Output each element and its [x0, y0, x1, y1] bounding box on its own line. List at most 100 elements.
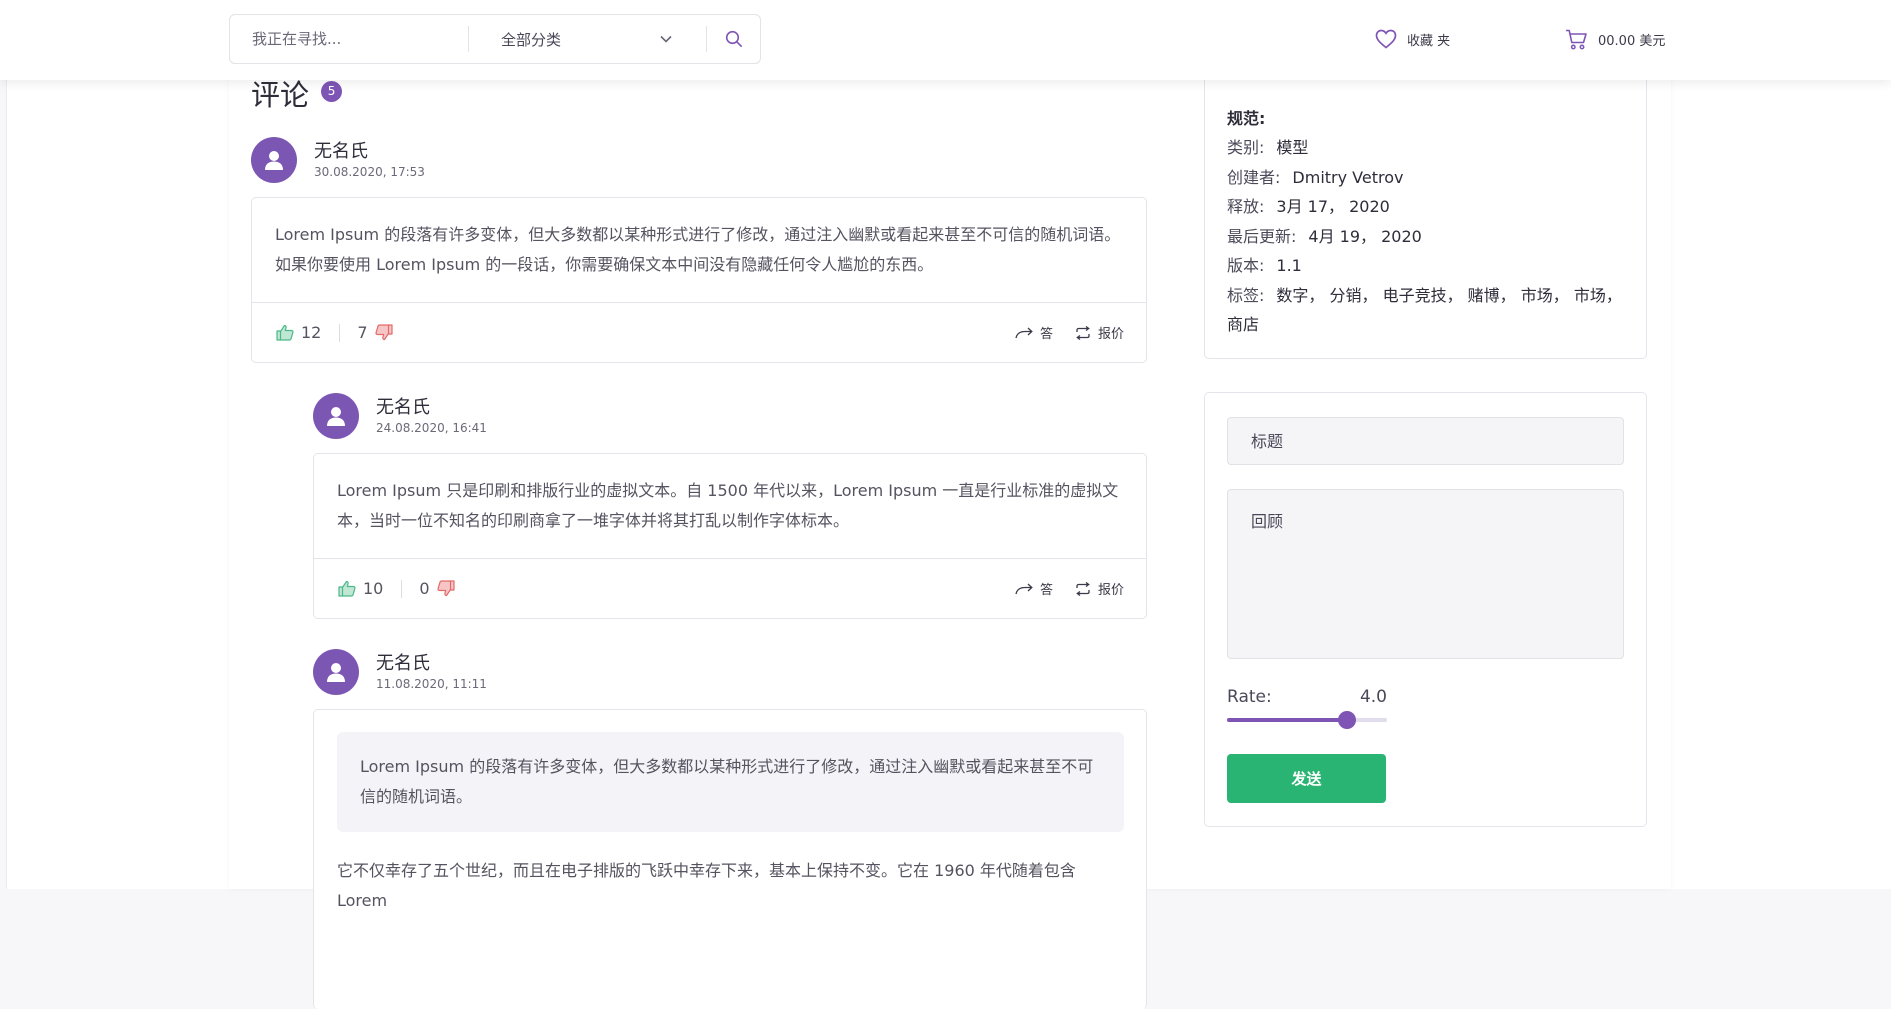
like-count: 10: [363, 579, 384, 598]
spec-value: 4月 19， 2020: [1308, 226, 1422, 246]
dislike-button[interactable]: 0: [419, 579, 455, 598]
slider-fill: [1227, 718, 1347, 722]
rate-row: Rate: 4.0: [1227, 687, 1387, 707]
chevron-down-icon: [660, 35, 672, 43]
rate-label: Rate:: [1227, 687, 1272, 707]
specs-card: 规范: 类别: 模型 创建者: Dmitry Vetrov 释放: 3月 17， 20…: [1204, 60, 1647, 359]
quote-button[interactable]: 报价: [1075, 323, 1124, 342]
review-actions: 10 0 答 报价: [314, 559, 1146, 618]
search-box: 全部分类: [229, 14, 761, 64]
review-date: 30.08.2020, 17:53: [314, 165, 425, 179]
reply-arrow-icon: [1015, 583, 1033, 594]
spec-label: 释放:: [1227, 197, 1265, 216]
dislike-count: 7: [357, 323, 368, 342]
review-date: 24.08.2020, 16:41: [376, 421, 487, 435]
spec-row: 最后更新: 4月 19， 2020: [1227, 222, 1624, 252]
specs-title: 规范:: [1227, 109, 1266, 128]
spec-tags: 标签: 数字， 分销， 电子竞技， 赌博， 市场， 市场，: [1227, 281, 1624, 311]
review-actions: 12 7 答 报价: [252, 303, 1146, 362]
user-icon: [265, 151, 283, 170]
review-author: 无名氏 11.08.2020, 11:11: [313, 649, 1147, 695]
heart-icon: [1375, 29, 1397, 49]
cart-icon: [1566, 29, 1587, 49]
search-icon: [725, 30, 742, 47]
review-title-input[interactable]: [1227, 417, 1624, 465]
wishlist-label: 收藏 夹: [1407, 33, 1451, 49]
spec-row: 创建者: Dmitry Vetrov: [1227, 163, 1624, 193]
rate-slider[interactable]: [1227, 711, 1387, 729]
spec-row: 版本: 1.1: [1227, 251, 1624, 281]
spec-label: 标签:: [1227, 285, 1265, 305]
like-count: 12: [301, 323, 322, 342]
reply-label: 答: [1039, 327, 1053, 342]
thumbs-up-icon: [276, 324, 294, 341]
spec-tags-continued: 商店: [1227, 310, 1624, 340]
thumbs-down-icon: [374, 324, 393, 341]
thumbs-up-icon: [338, 580, 356, 597]
tags-list-continued: 商店: [1227, 315, 1260, 334]
spec-label: 最后更新:: [1227, 226, 1297, 246]
reviews-count-badge: 5: [321, 80, 343, 102]
spec-row: 释放: 3月 17， 2020: [1227, 192, 1624, 222]
review-item: 无名氏 11.08.2020, 11:11 Lorem Ipsum 的段落有许多…: [313, 649, 1147, 1009]
like-button[interactable]: 12: [276, 323, 321, 342]
quote-label: 报价: [1097, 583, 1124, 598]
search-input[interactable]: [230, 15, 469, 63]
user-icon: [327, 663, 345, 682]
review-tools: 答 报价: [1015, 579, 1124, 598]
review-tools: 答 报价: [1015, 323, 1124, 342]
cart-total: 00.00 美元: [1598, 33, 1666, 49]
divider: [401, 579, 403, 598]
dislike-button[interactable]: 7: [357, 323, 393, 342]
spec-label: 类别:: [1227, 138, 1265, 157]
review-item: 无名氏 24.08.2020, 16:41 Lorem Ipsum 只是印刷和排…: [313, 393, 1147, 619]
avatar: [251, 137, 297, 183]
review-box: Lorem Ipsum 只是印刷和排版行业的虚拟文本。自 1500 年代以来，L…: [313, 453, 1147, 619]
send-button[interactable]: 发送: [1227, 754, 1386, 803]
category-select[interactable]: 全部分类: [469, 15, 706, 63]
reply-label: 答: [1039, 583, 1053, 598]
cart-link[interactable]: 00.00 美元: [1565, 26, 1665, 52]
reply-button[interactable]: 答: [1015, 323, 1053, 342]
spec-value: 1.1: [1276, 256, 1302, 275]
review-text: 它不仅幸存了五个世纪，而且在电子排版的飞跃中幸存下来，基本上保持不变。它在 19…: [337, 861, 1076, 910]
review-box: Lorem Ipsum 的段落有许多变体，但大多数都以某种形式进行了修改，通过注…: [313, 709, 1147, 1009]
reply-button[interactable]: 答: [1015, 579, 1053, 598]
quoted-text: Lorem Ipsum 的段落有许多变体，但大多数都以某种形式进行了修改，通过注…: [337, 732, 1124, 832]
spec-label: 创建者:: [1227, 167, 1281, 187]
top-header: 全部分类 收藏 夹 00.00 美元: [0, 0, 1891, 80]
spec-value: Dmitry Vetrov: [1292, 167, 1404, 187]
reply-arrow-icon: [1015, 327, 1033, 338]
tags-list: 数字， 分销， 电子竞技， 赌博， 市场， 市场，: [1276, 285, 1622, 305]
dislike-count: 0: [419, 579, 430, 598]
review-item: 无名氏 30.08.2020, 17:53 Lorem Ipsum 的段落有许多…: [251, 137, 1147, 363]
avatar: [313, 393, 359, 439]
spec-row: 类别: 模型: [1227, 133, 1624, 163]
spec-label: 版本:: [1227, 256, 1265, 275]
repeat-icon: [1076, 325, 1090, 340]
review-author: 无名氏 30.08.2020, 17:53: [251, 137, 1147, 183]
author-name: 无名氏: [314, 141, 368, 162]
rate-value: 4.0: [1359, 687, 1387, 707]
divider: [339, 323, 341, 342]
user-icon: [327, 407, 345, 426]
review-text: Lorem Ipsum 的段落有许多变体，但大多数都以某种形式进行了修改，通过注…: [252, 198, 1146, 303]
review-box: Lorem Ipsum 的段落有许多变体，但大多数都以某种形式进行了修改，通过注…: [251, 197, 1147, 363]
spec-value: 3月 17， 2020: [1276, 197, 1390, 216]
like-button[interactable]: 10: [338, 579, 383, 598]
wishlist-link[interactable]: 收藏 夹: [1375, 26, 1450, 52]
review-date: 11.08.2020, 11:11: [376, 677, 487, 691]
thumbs-down-icon: [436, 580, 455, 597]
repeat-icon: [1076, 581, 1090, 596]
search-button[interactable]: [707, 15, 760, 63]
review-author: 无名氏 24.08.2020, 16:41: [313, 393, 1147, 439]
author-name: 无名氏: [376, 653, 430, 674]
author-name: 无名氏: [376, 397, 430, 418]
spec-value: 模型: [1276, 138, 1309, 157]
review-form: Rate: 4.0 发送: [1204, 392, 1647, 827]
review-text-input[interactable]: [1227, 489, 1624, 659]
slider-thumb[interactable]: [1338, 711, 1356, 729]
quote-button[interactable]: 报价: [1075, 579, 1124, 598]
quote-label: 报价: [1097, 327, 1124, 342]
review-text: Lorem Ipsum 只是印刷和排版行业的虚拟文本。自 1500 年代以来，L…: [314, 454, 1146, 559]
